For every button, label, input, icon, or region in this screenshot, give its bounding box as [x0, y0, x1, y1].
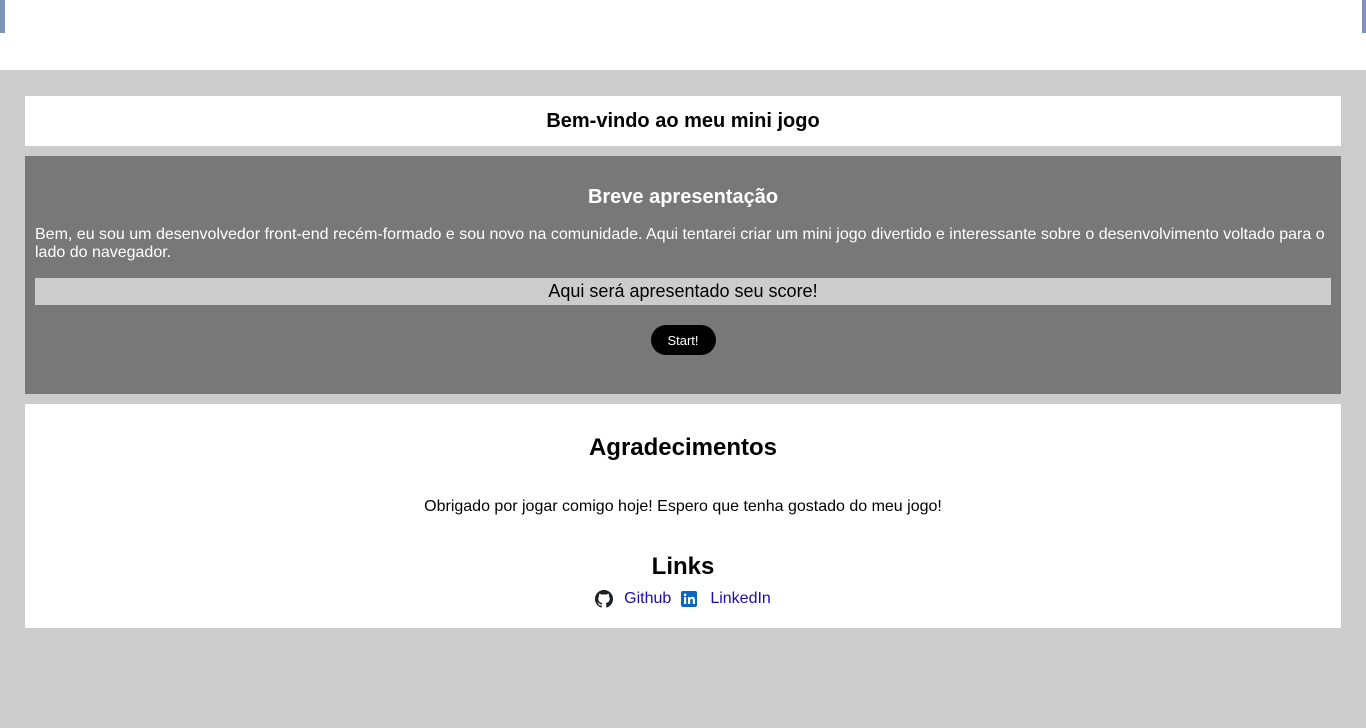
left-edge-marker: [0, 0, 5, 33]
start-button-wrap: Start!: [35, 325, 1331, 355]
intro-title: Breve apresentação: [587, 186, 779, 208]
thanks-text: Obrigado por jogar comigo hoje! Espero q…: [424, 498, 942, 515]
intro-section: Breve apresentação Bem, eu sou um desenv…: [25, 156, 1341, 394]
linkedin-icon: [681, 590, 699, 608]
github-icon: [595, 590, 614, 608]
intro-text: Bem, eu sou um desenvolvedor front-end r…: [35, 226, 1325, 261]
github-link[interactable]: Github: [595, 590, 671, 608]
linkedin-link-label: LinkedIn: [710, 590, 771, 607]
links-title: Links: [651, 553, 715, 580]
header-card: Bem-vindo ao meu mini jogo: [25, 96, 1341, 146]
browser-top-area: [0, 0, 1366, 70]
score-display: Aqui será apresentado seu score!: [35, 278, 1331, 305]
thanks-title: Agradecimentos: [588, 434, 778, 461]
github-link-label: Github: [624, 590, 672, 607]
right-edge-marker: [1362, 0, 1366, 33]
thanks-section: Agradecimentos Obrigado por jogar comigo…: [25, 404, 1341, 628]
start-button[interactable]: Start!: [650, 325, 716, 355]
page-title: Bem-vindo ao meu mini jogo: [546, 109, 820, 132]
links-list: Github LinkedIn: [25, 590, 1341, 608]
linkedin-link[interactable]: LinkedIn: [681, 590, 771, 608]
